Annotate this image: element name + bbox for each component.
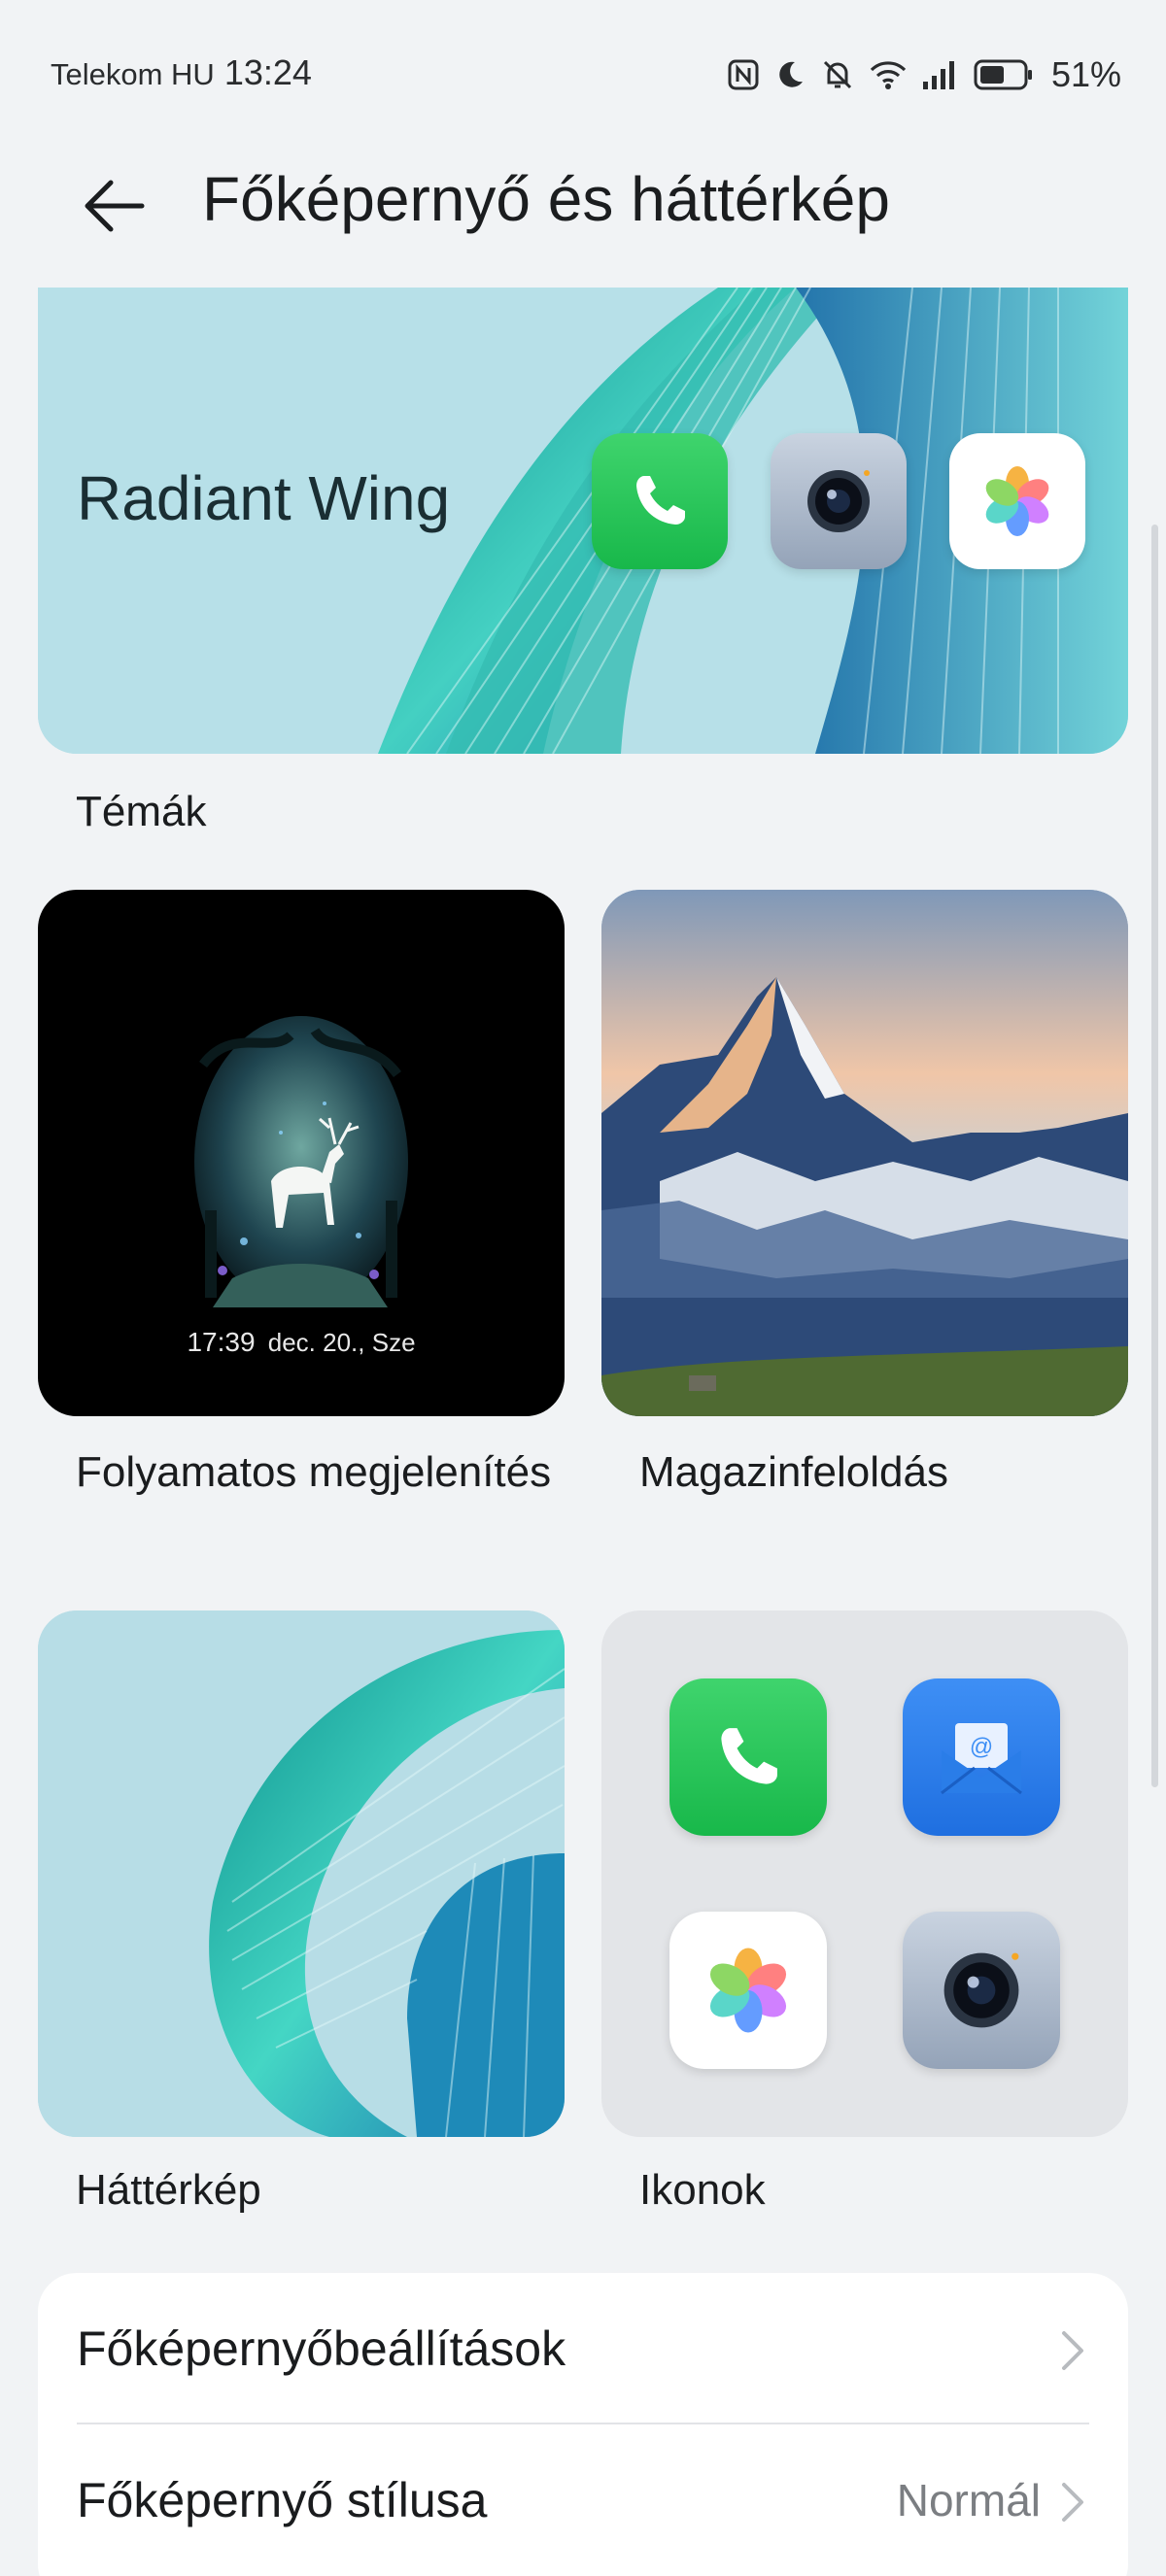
home-screen-settings-label: Főképernyőbeállítások [77, 2322, 566, 2376]
home-screen-settings-row[interactable]: Főképernyőbeállítások [38, 2273, 1128, 2424]
always-on-display-card[interactable]: 17:39 dec. 20., Sze [38, 890, 565, 1416]
aod-time: 17:39 [187, 1327, 256, 1357]
gallery-icon [669, 1912, 827, 2069]
arrow-left-icon [85, 180, 145, 232]
aod-preview-clock: 17:39 dec. 20., Sze [38, 1327, 565, 1358]
battery-percent: 51% [1050, 54, 1121, 94]
magazine-unlock-card[interactable] [601, 890, 1128, 1416]
back-button[interactable] [76, 167, 154, 245]
icons-label[interactable]: Ikonok [639, 2161, 766, 2220]
home-screen-style-label: Főképernyő stílusa [77, 2473, 488, 2527]
mail-icon: @ [903, 1678, 1060, 1836]
signal-icon [921, 58, 960, 91]
phone-icon [669, 1678, 827, 1836]
aod-date: dec. 20., Sze [267, 1328, 416, 1357]
settings-list: Főképernyőbeállítások Főképernyő stílusa… [38, 2273, 1128, 2576]
chevron-right-icon [1062, 2483, 1083, 2522]
mountain-photo [601, 890, 1128, 1416]
moon-icon [773, 58, 806, 91]
status-time: 13:24 [223, 52, 312, 92]
nfc-icon [727, 58, 760, 91]
status-bar: Telekom HU 13:24 51% [0, 0, 1166, 146]
home-screen-style-value: Normál [896, 2475, 1041, 2525]
wallpaper-card[interactable] [38, 1610, 565, 2137]
theme-banner[interactable]: Radiant Wing [38, 288, 1128, 754]
carrier-name: Telekom HU [51, 57, 215, 91]
scrollbar[interactable] [1151, 525, 1158, 1787]
battery-icon [974, 58, 1034, 91]
svg-text:@: @ [970, 1734, 993, 1760]
home-screen-wallpaper-settings-page: Telekom HU 13:24 51% Főképernyő és hátté… [0, 0, 1166, 2576]
icons-preview-grid: @ [669, 1678, 1060, 2069]
theme-name: Radiant Wing [77, 463, 451, 533]
page-title: Főképernyő és háttérkép [202, 164, 890, 234]
home-screen-style-row[interactable]: Főképernyő stílusa Normál [38, 2424, 1128, 2576]
phone-icon [592, 433, 728, 569]
magazine-unlock-label[interactable]: Magazinfeloldás [639, 1443, 948, 1502]
wifi-icon [869, 58, 908, 91]
gallery-icon [949, 433, 1085, 569]
bell-off-icon [820, 57, 855, 92]
wallpaper-art [38, 1610, 565, 2137]
chevron-right-icon [1062, 2331, 1083, 2370]
themes-label[interactable]: Témák [76, 783, 206, 841]
icons-card[interactable]: @ [601, 1610, 1128, 2137]
wallpaper-label[interactable]: Háttérkép [76, 2161, 261, 2220]
status-icons: 51% [727, 54, 1121, 95]
theme-preview-icons [592, 433, 1085, 569]
app-header: Főképernyő és háttérkép [0, 146, 1166, 260]
aod-label[interactable]: Folyamatos megjelenítés [76, 1443, 562, 1502]
status-left: Telekom HU 13:24 [51, 52, 312, 93]
camera-icon [903, 1912, 1060, 2069]
camera-icon [771, 433, 907, 569]
